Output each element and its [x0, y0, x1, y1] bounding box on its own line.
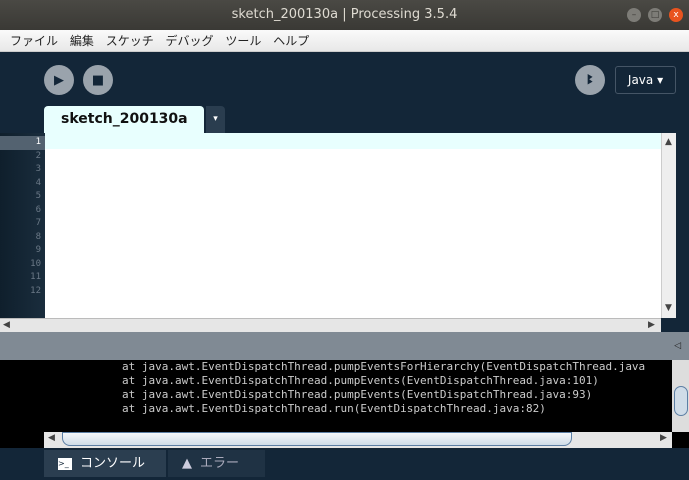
title-bar: sketch_200130a | Processing 3.5.4 – □ x: [0, 0, 689, 30]
tab-menu-button[interactable]: ▾: [206, 106, 225, 133]
menu-tools[interactable]: ツール: [225, 34, 261, 48]
menu-sketch[interactable]: スケッチ: [106, 34, 154, 48]
scroll-right-icon[interactable]: ▶: [648, 320, 655, 330]
menu-debug[interactable]: デバッグ: [166, 34, 214, 48]
debug-button[interactable]: ꔪ: [575, 65, 605, 95]
menu-edit[interactable]: 編集: [70, 34, 94, 48]
status-bar: ◁: [0, 332, 689, 360]
line-number: 12: [30, 285, 41, 296]
console-horizontal-scrollbar[interactable]: ◀ ▶: [44, 432, 672, 448]
line-number: 3: [35, 164, 41, 174]
play-icon: ▶: [54, 72, 64, 88]
menu-bar: ファイル 編集 スケッチ デバッグ ツール ヘルプ: [0, 30, 689, 52]
console-line: at java.awt.EventDispatchThread.pumpEven…: [122, 374, 599, 387]
line-number: 4: [35, 177, 41, 188]
line-number: 6: [35, 204, 41, 215]
scroll-thumb[interactable]: [674, 386, 688, 416]
scroll-right-icon[interactable]: ▶: [660, 433, 667, 443]
line-number: 8: [35, 231, 41, 242]
tab-errors-label: エラー: [200, 456, 240, 471]
scroll-down-icon[interactable]: ▼: [665, 303, 672, 313]
console-line: at java.awt.EventDispatchThread.run(Even…: [122, 402, 546, 415]
scroll-thumb[interactable]: [62, 432, 572, 446]
run-button[interactable]: ▶: [44, 65, 74, 95]
tab-console[interactable]: >_ コンソール: [44, 450, 166, 477]
tab-sketch[interactable]: sketch_200130a: [44, 106, 204, 133]
tab-errors[interactable]: ▲ エラー: [168, 450, 265, 477]
footer-tabs: >_ コンソール ▲ エラー: [0, 448, 689, 480]
editor-vertical-scrollbar[interactable]: ▲ ▼: [661, 133, 676, 318]
console-line: at java.awt.EventDispatchThread.pumpEven…: [122, 388, 593, 401]
line-number: 9: [35, 245, 41, 255]
line-gutter: 1 2 3 4 5 6 7 8 9 10 11 12: [0, 133, 45, 318]
butterfly-icon: ꔪ: [586, 72, 593, 88]
line-number: 10: [30, 258, 41, 269]
line-number: 1: [0, 136, 45, 150]
scroll-up-icon[interactable]: ▲: [665, 137, 672, 147]
mode-selector[interactable]: Java ▾: [615, 66, 676, 94]
stop-icon: ■: [91, 72, 105, 88]
scroll-left-icon[interactable]: ◀: [3, 320, 10, 330]
current-line-highlight: [45, 133, 661, 149]
console-line: at java.awt.EventDispatchThread.pumpEven…: [122, 360, 646, 373]
stop-button[interactable]: ■: [83, 65, 113, 95]
line-number: 7: [35, 218, 41, 228]
code-editor[interactable]: [45, 133, 661, 318]
close-button[interactable]: x: [669, 8, 683, 22]
line-number: 11: [30, 272, 41, 282]
collapse-console-icon[interactable]: ◁: [674, 341, 681, 351]
line-number: 2: [35, 150, 41, 161]
line-number: 5: [35, 191, 41, 201]
menu-file[interactable]: ファイル: [10, 34, 58, 48]
warning-icon: ▲: [182, 456, 192, 471]
menu-help[interactable]: ヘルプ: [273, 34, 309, 48]
console-icon: >_: [58, 457, 72, 470]
maximize-button[interactable]: □: [648, 8, 662, 22]
scroll-left-icon[interactable]: ◀: [48, 433, 55, 443]
console-vertical-scrollbar[interactable]: [672, 360, 689, 432]
toolbar: ▶ ■ ꔪ Java ▾: [0, 52, 689, 104]
tab-console-label: コンソール: [80, 456, 146, 471]
window-title: sketch_200130a | Processing 3.5.4: [231, 7, 458, 22]
minimize-button[interactable]: –: [627, 8, 641, 22]
editor-horizontal-scrollbar[interactable]: ◀ ▶: [0, 318, 661, 332]
